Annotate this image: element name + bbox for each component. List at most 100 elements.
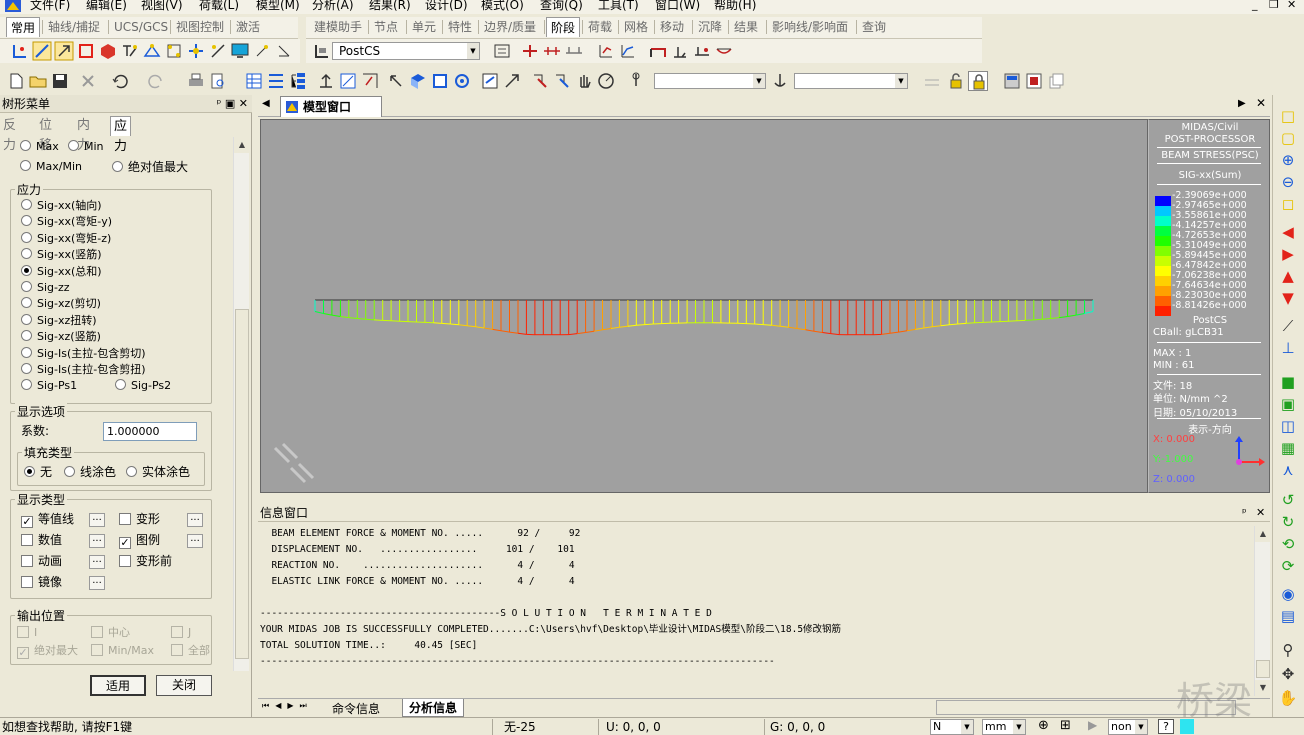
close-file-icon[interactable] <box>78 71 98 91</box>
camera-icon[interactable]: ▤ <box>1278 607 1298 625</box>
menu-results[interactable]: 结果(R) <box>369 0 411 12</box>
radar-icon[interactable] <box>596 71 616 91</box>
element-table-icon[interactable] <box>266 71 286 91</box>
zoom-out-icon[interactable]: ⊖ <box>1278 173 1298 191</box>
load-group-icon[interactable] <box>564 41 584 61</box>
hand-icon[interactable] <box>574 71 594 91</box>
shrink-view-icon[interactable] <box>502 71 522 91</box>
menu-window[interactable]: 窗口(W) <box>655 0 700 12</box>
scroll-down-icon[interactable]: ▼ <box>1255 680 1271 696</box>
polygon-select-icon[interactable] <box>76 41 96 61</box>
checkbox-pos-i[interactable]: I <box>17 624 37 642</box>
zoom-fit-icon[interactable]: □ <box>1278 107 1298 125</box>
radio-stress-option[interactable]: Sig-Is(主拉-包含剪切) <box>21 346 146 362</box>
tab-activate[interactable]: 激活 <box>232 17 264 37</box>
copy-icon[interactable] <box>1046 71 1066 91</box>
top-view-icon[interactable] <box>408 71 428 91</box>
window-select-icon[interactable] <box>54 41 74 61</box>
grid-icon[interactable]: ⊞ <box>1060 718 1071 733</box>
info-scrollbar[interactable]: ▲ ▼ <box>1254 526 1271 696</box>
checkbox-pos-j[interactable]: J <box>171 624 191 642</box>
tab-move[interactable]: 移动 <box>656 17 688 37</box>
print-icon[interactable] <box>186 71 206 91</box>
tab-settlement[interactable]: 沉降 <box>694 17 726 37</box>
minimize-icon[interactable]: _ <box>1252 0 1258 12</box>
menu-model[interactable]: 模型(M) <box>256 0 300 12</box>
none-combo[interactable]: non ▼ <box>1108 719 1148 735</box>
define-stage-icon[interactable] <box>520 41 540 61</box>
open-folder-icon[interactable] <box>28 71 48 91</box>
tab-node[interactable]: 节点 <box>370 17 402 37</box>
stage-combo[interactable]: PostCS ▼ <box>332 42 480 60</box>
checkbox-pos-absmax[interactable]: ✓ 绝对最大 <box>17 642 78 660</box>
pan-icon[interactable] <box>360 71 380 91</box>
select-all-icon[interactable] <box>186 41 206 61</box>
close-icon[interactable]: ✕ <box>1256 504 1265 522</box>
support-icon[interactable] <box>670 41 690 61</box>
pin-icon[interactable]: ᵖ <box>1242 504 1247 522</box>
tab-stage[interactable]: 阶段 <box>546 17 581 37</box>
pan-down-icon[interactable]: ▼ <box>1278 289 1298 307</box>
tab-analysis-info[interactable]: 分析信息 <box>402 699 465 717</box>
deselect-icon[interactable] <box>208 41 228 61</box>
select-node-icon[interactable] <box>10 41 30 61</box>
contour-options-button[interactable]: ... <box>89 513 105 527</box>
tab-command-info[interactable]: 命令信息 <box>332 700 380 717</box>
checkbox-undeformed[interactable]: 变形前 <box>119 552 172 570</box>
mirror-options-button[interactable]: ... <box>89 576 105 590</box>
animate-options-button[interactable]: ... <box>89 555 105 569</box>
menu-analysis[interactable]: 分析(A) <box>312 0 354 12</box>
radio-stress-option[interactable]: Sig-xx(弯矩-z) <box>21 231 111 247</box>
3d-select-icon[interactable] <box>98 41 118 61</box>
lock-closed-icon[interactable] <box>968 71 988 91</box>
restore-icon[interactable]: ❐ <box>1269 0 1279 12</box>
menu-help[interactable]: 帮助(H) <box>714 0 756 12</box>
cube-iso-icon[interactable]: ▣ <box>1278 395 1298 413</box>
tab-nav-icons[interactable]: ⏮◀▶⏭ <box>262 701 313 711</box>
menu-load[interactable]: 荷载(L) <box>199 0 239 12</box>
time-history-graph-icon[interactable] <box>618 41 638 61</box>
iso-view-icon[interactable] <box>386 71 406 91</box>
radio-stress-option[interactable]: Sig-Is(主拉-包含剪扭) <box>21 362 146 378</box>
tab-next-icon[interactable]: ▶ <box>1238 98 1246 109</box>
select-previous-icon[interactable] <box>530 71 550 91</box>
scroll-thumb[interactable] <box>1256 660 1270 678</box>
checkbox-contour[interactable]: ✓ 等值线 <box>21 510 74 528</box>
analysis-run-icon[interactable] <box>1024 71 1044 91</box>
tab-ucs-gcs[interactable]: UCS/GCS <box>110 17 172 37</box>
menu-file[interactable]: 文件(F) <box>30 0 70 12</box>
redo-icon[interactable] <box>146 71 166 91</box>
close-button[interactable]: 关闭 <box>156 675 212 696</box>
checkbox-value[interactable]: 数值 <box>21 531 62 549</box>
section-view-icon[interactable]: ⟋ <box>1278 317 1298 335</box>
menu-edit[interactable]: 编辑(E) <box>86 0 127 12</box>
print-preview-icon[interactable] <box>208 71 228 91</box>
tab-model-window[interactable]: 模型窗口 <box>280 96 382 117</box>
point-filter-icon[interactable] <box>626 71 646 91</box>
radio-maxmin[interactable]: Max/Min <box>20 159 82 175</box>
tab-displacement[interactable]: 位移 <box>36 116 55 153</box>
radio-stress-option[interactable]: Sig-zz <box>21 280 70 296</box>
tendon-profile-icon[interactable] <box>714 41 734 61</box>
boundary-group-icon[interactable] <box>542 41 562 61</box>
checkbox-deform[interactable]: 变形 <box>119 510 160 528</box>
tab-common[interactable]: 常用 <box>6 17 41 37</box>
tab-query[interactable]: 查询 <box>858 17 890 37</box>
deform-options-button[interactable]: ... <box>187 513 203 527</box>
radio-fill-solid[interactable]: 实体涂色 <box>126 464 190 480</box>
magnify-icon[interactable]: ⚲ <box>1278 641 1298 659</box>
stage-manager-icon[interactable] <box>492 41 512 61</box>
unselect-icon[interactable] <box>274 41 294 61</box>
tree-panel-scrollbar[interactable]: ▲ <box>233 137 250 671</box>
menu-tools[interactable]: 工具(T) <box>598 0 639 12</box>
zoom-window-icon[interactable] <box>338 71 358 91</box>
select-volume-icon[interactable] <box>164 41 184 61</box>
radio-stress-option[interactable]: Sig-xz(剪切) <box>21 296 101 312</box>
move-icon[interactable]: ✥ <box>1278 665 1298 683</box>
radio-fill-line[interactable]: 线涂色 <box>64 464 116 480</box>
calculator-icon[interactable] <box>1002 71 1022 91</box>
model-viewport[interactable] <box>260 119 1148 493</box>
scroll-up-icon[interactable]: ▲ <box>1255 526 1271 542</box>
radio-stress-option[interactable]: Sig-xx(总和) <box>21 264 102 280</box>
axes-icon[interactable]: ⋏ <box>1278 461 1298 479</box>
